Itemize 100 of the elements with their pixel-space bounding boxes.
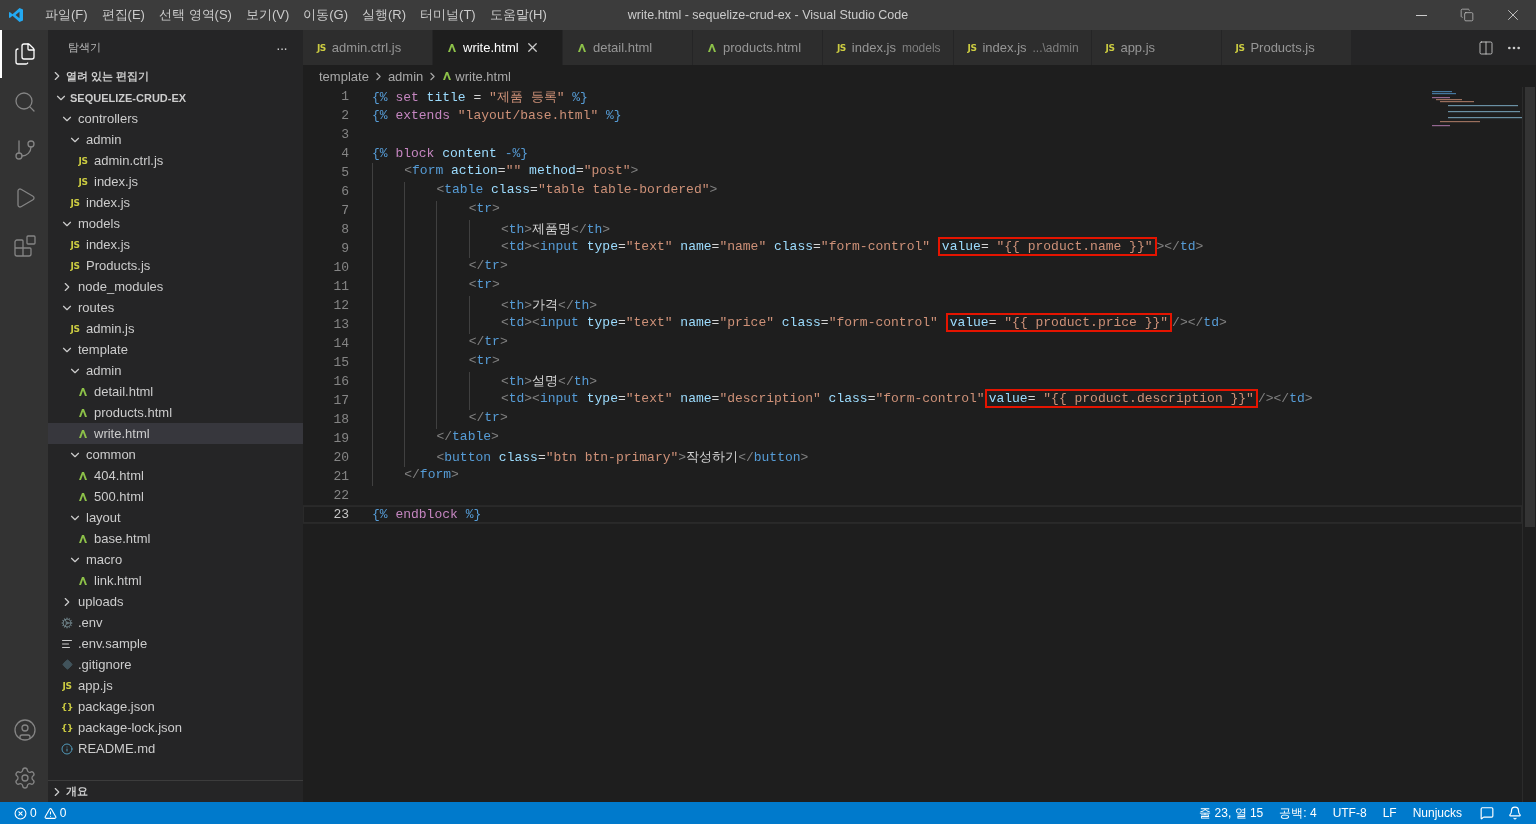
- editor-tab[interactable]: JS index.js ...\admin: [953, 30, 1092, 65]
- more-button[interactable]: ···: [272, 39, 291, 56]
- menu-item[interactable]: 파일(F): [38, 0, 95, 30]
- section-title: 열려 있는 편집기: [66, 68, 150, 84]
- menu-item[interactable]: 터미널(T): [413, 0, 483, 30]
- line-number: 6: [340, 184, 349, 199]
- line-number: 4: [340, 146, 349, 161]
- file-html-icon: [78, 407, 88, 418]
- info-icon: [61, 742, 73, 755]
- breadcrumb-item[interactable]: write.html: [455, 68, 511, 84]
- menu-item[interactable]: 도움말(H): [482, 0, 554, 30]
- line-number: 12: [332, 298, 349, 313]
- folder-item[interactable]: layout: [48, 507, 303, 528]
- folder-item[interactable]: admin: [48, 360, 303, 381]
- code-line: <th>가격</th>: [372, 296, 598, 315]
- menu-item[interactable]: 실행(R): [355, 0, 414, 30]
- file-html-icon: [707, 42, 717, 53]
- file-item[interactable]: JS app.js: [48, 675, 303, 696]
- js-file-icon: JS: [70, 323, 80, 334]
- file-item[interactable]: JS index.js: [48, 234, 303, 255]
- line-number: 3: [340, 127, 349, 142]
- feedback-icon[interactable]: [1480, 806, 1494, 820]
- file-item[interactable]: 404.html: [48, 465, 303, 486]
- file-item[interactable]: README.md: [48, 738, 303, 759]
- breadcrumb-item[interactable]: admin: [387, 68, 424, 84]
- folder-item[interactable]: common: [48, 444, 303, 465]
- folder-item[interactable]: node_modules: [48, 276, 303, 297]
- editor-tab[interactable]: JS app.js: [1091, 30, 1222, 65]
- menu-item[interactable]: 보기(V): [238, 0, 297, 30]
- code-line: <tr>: [372, 201, 500, 220]
- code-line: {% block content -%}: [372, 146, 529, 161]
- file-item[interactable]: 500.html: [48, 486, 303, 507]
- breadcrumb-item[interactable]: template: [319, 68, 369, 84]
- editor-tab[interactable]: write.html: [433, 30, 563, 65]
- error-icon: [14, 806, 27, 820]
- js-file-icon: JS: [1105, 42, 1115, 53]
- line-number: 21: [332, 469, 349, 484]
- line-number: 14: [332, 336, 349, 351]
- gear-icon: [61, 616, 73, 629]
- file-html-icon: [78, 470, 88, 481]
- code-line: {% extends "layout/base.html" %}: [372, 108, 622, 123]
- code-line: </tr>: [372, 410, 508, 429]
- editor-tab[interactable]: JS admin.ctrl.js: [303, 30, 433, 65]
- folder-item[interactable]: models: [48, 213, 303, 234]
- status-item[interactable]: Nunjucks: [1404, 806, 1470, 820]
- menu-item[interactable]: 선택 영역(S): [151, 0, 239, 30]
- tab-label: index.js: [982, 40, 1027, 55]
- warning-icon: [43, 806, 57, 820]
- folder-item[interactable]: uploads: [48, 591, 303, 612]
- project-folder[interactable]: SEQUELIZE-CRUD-EX: [48, 87, 303, 108]
- status-item[interactable]: 줄 23, 열 15: [1191, 804, 1272, 822]
- editor-tab[interactable]: JS Products.js: [1221, 30, 1352, 65]
- code-line: <td><input type="text" name="price" class="form-control" value= "{{ product.price }}" /></td>: [372, 315, 1227, 334]
- json-file-icon: {}: [61, 722, 73, 733]
- js-file-icon: JS: [967, 42, 977, 53]
- folder-item[interactable]: macro: [48, 549, 303, 570]
- file-item[interactable]: JS index.js: [48, 192, 303, 213]
- tab-label: Products.js: [1250, 40, 1315, 55]
- status-item[interactable]: LF: [1374, 806, 1405, 820]
- code-line: </tr>: [372, 334, 508, 353]
- text-file-icon: [61, 637, 73, 650]
- file-item[interactable]: base.html: [48, 528, 303, 549]
- menu-item[interactable]: 편집(E): [94, 0, 152, 30]
- file-item[interactable]: JS admin.js: [48, 318, 303, 339]
- code-line: <form action="" method="post">: [372, 163, 639, 182]
- editor-tab[interactable]: products.html: [693, 30, 823, 65]
- code-line: {% endblock %}: [372, 507, 482, 522]
- split-editor-icon[interactable]: [1478, 39, 1494, 56]
- editor-tab[interactable]: JS index.js models: [823, 30, 954, 65]
- warning-count: 0: [59, 806, 67, 820]
- folder-item[interactable]: routes: [48, 297, 303, 318]
- file-item[interactable]: JS admin.ctrl.js: [48, 150, 303, 171]
- folder-item[interactable]: controllers: [48, 108, 303, 129]
- file-item[interactable]: .gitignore: [48, 654, 303, 675]
- js-file-icon: JS: [62, 680, 72, 691]
- section-header[interactable]: 열려 있는 편집기: [48, 65, 303, 87]
- file-item[interactable]: link.html: [48, 570, 303, 591]
- folder-item[interactable]: admin: [48, 129, 303, 150]
- folder-item[interactable]: template: [48, 339, 303, 360]
- tab-detail: models: [901, 40, 941, 55]
- file-item[interactable]: JS Products.js: [48, 255, 303, 276]
- bell-icon[interactable]: [1508, 806, 1522, 820]
- js-file-icon: JS: [70, 260, 80, 271]
- file-item[interactable]: JS index.js: [48, 171, 303, 192]
- line-number: 11: [332, 279, 349, 294]
- file-item[interactable]: .env: [48, 612, 303, 633]
- diamond-icon: [61, 659, 73, 670]
- file-item[interactable]: products.html: [48, 402, 303, 423]
- file-item[interactable]: .env.sample: [48, 633, 303, 654]
- problems-button[interactable]: 0 0: [14, 806, 67, 820]
- file-item[interactable]: {} package.json: [48, 696, 303, 717]
- js-file-icon: JS: [78, 155, 88, 166]
- status-item[interactable]: UTF-8: [1324, 806, 1375, 820]
- file-item[interactable]: {} package-lock.json: [48, 717, 303, 738]
- file-item[interactable]: write.html: [48, 423, 303, 444]
- editor-tab[interactable]: detail.html: [563, 30, 693, 65]
- menu-item[interactable]: 이동(G): [296, 0, 356, 30]
- file-item[interactable]: detail.html: [48, 381, 303, 402]
- line-number: 23: [332, 507, 349, 522]
- status-item[interactable]: 공백: 4: [1271, 804, 1325, 822]
